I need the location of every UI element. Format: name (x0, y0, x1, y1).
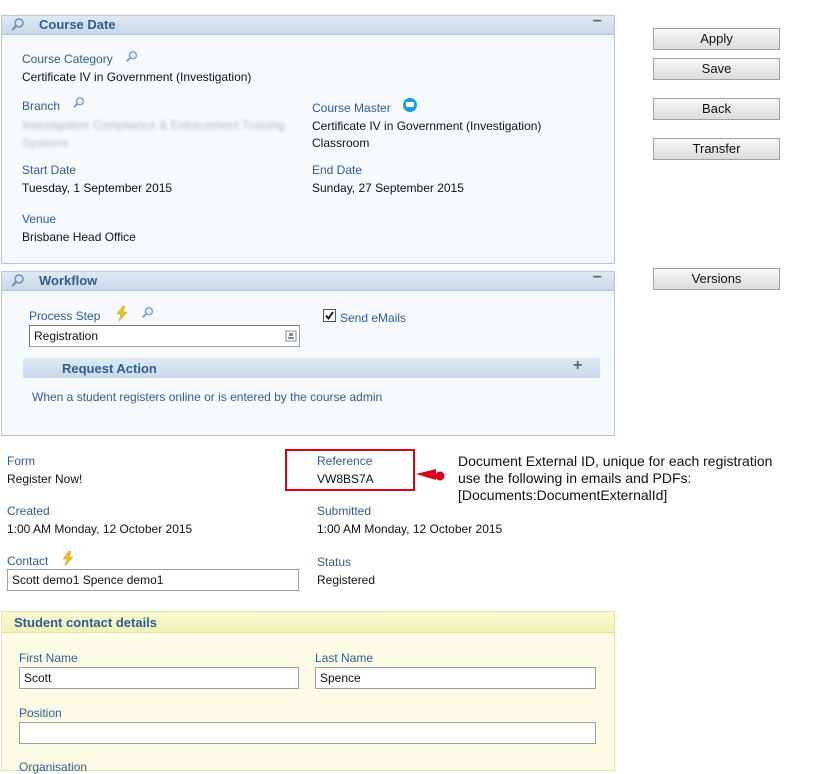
process-step-label: Process Step (29, 309, 101, 323)
collapse-icon[interactable]: − (593, 13, 602, 31)
course-master-label: Course Master (312, 101, 391, 115)
course-category-search-icon[interactable] (125, 50, 139, 67)
last-name-label: Last Name (315, 651, 374, 665)
apply-button[interactable]: Apply (653, 28, 780, 50)
student-contact-title: Student contact details (14, 615, 158, 630)
annotation-line-3: [Documents:DocumentExternalId] (458, 487, 668, 503)
student-contact-header[interactable]: Student contact details (2, 612, 614, 633)
process-step-value: Registration (34, 329, 99, 343)
course-master-value: Certificate IV in Government (Investigat… (312, 119, 542, 133)
form-value: Register Now! (7, 472, 83, 486)
end-date-label: End Date (312, 163, 363, 177)
contact-value: Scott demo1 Spence demo1 (12, 573, 164, 587)
reference-label: Reference (317, 454, 373, 468)
first-name-label: First Name (19, 651, 78, 665)
collapse-icon[interactable]: − (593, 269, 602, 287)
status-value: Registered (317, 573, 376, 587)
organisation-label: Organisation (19, 760, 88, 774)
course-date-header[interactable]: Course Date − (2, 13, 614, 36)
position-field[interactable] (19, 722, 596, 744)
created-value: 1:00 AM Monday, 12 October 2015 (7, 522, 193, 536)
save-button[interactable]: Save (653, 58, 780, 80)
versions-button[interactable]: Versions (653, 268, 780, 290)
end-date-value: Sunday, 27 September 2015 (312, 181, 464, 195)
start-date-label: Start Date (22, 163, 77, 177)
reference-value: VW8BS7A (317, 472, 374, 486)
branch-label: Branch (22, 99, 61, 113)
last-name-field[interactable]: Spence (315, 667, 596, 689)
contact-field[interactable]: Scott demo1 Spence demo1 (7, 569, 299, 591)
contact-label: Contact (7, 554, 49, 568)
first-name-field[interactable]: Scott (19, 667, 299, 689)
branch-value: Investigation Compliance & Enforcement T… (22, 118, 285, 150)
position-label: Position (19, 706, 62, 720)
student-contact-panel: Student contact details First Name Scott… (1, 611, 615, 774)
process-step-field[interactable]: Registration (29, 325, 300, 347)
venue-value: Brisbane Head Office (22, 230, 136, 244)
callout-pointer-icon (414, 464, 448, 489)
course-category-value: Certificate IV in Government (Investigat… (22, 70, 252, 84)
workflow-header[interactable]: Workflow − (2, 269, 614, 292)
annotation-line-2: use the following in emails and PDFs: (458, 470, 692, 486)
submitted-label: Submitted (317, 504, 372, 518)
created-label: Created (7, 504, 50, 518)
course-date-title: Course Date (39, 17, 116, 32)
expand-icon[interactable]: + (573, 357, 582, 375)
first-name-value: Scott (24, 671, 52, 685)
form-label: Form (7, 454, 35, 468)
lightning-icon[interactable] (61, 550, 75, 569)
status-label: Status (317, 555, 352, 569)
request-action-bar[interactable]: Request Action + (23, 357, 600, 378)
back-button[interactable]: Back (653, 98, 780, 120)
annotation-line-1: Document External ID, unique for each re… (458, 453, 773, 469)
last-name-value: Spence (320, 671, 361, 685)
annotation-text: Document External ID, unique for each re… (458, 453, 772, 504)
lookup-icon[interactable] (285, 330, 297, 345)
send-emails-label[interactable]: Send eMails (340, 311, 406, 325)
workflow-title: Workflow (39, 273, 98, 288)
submitted-value: 1:00 AM Monday, 12 October 2015 (317, 522, 503, 536)
send-emails-checkbox[interactable] (323, 309, 336, 325)
magnifier-icon (10, 273, 26, 292)
course-category-label: Course Category (22, 52, 113, 66)
process-step-search-icon[interactable] (141, 306, 155, 323)
branch-search-icon[interactable] (72, 96, 86, 113)
request-action-title: Request Action (62, 361, 157, 376)
workflow-description: When a student registers online or is en… (32, 390, 383, 404)
info-bubble-icon[interactable] (402, 97, 418, 116)
workflow-panel: Workflow − Process Step Registration Sen… (1, 269, 615, 436)
start-date-value: Tuesday, 1 September 2015 (22, 181, 173, 195)
course-date-panel: Course Date − Course Category Certificat… (1, 13, 615, 264)
magnifier-icon (10, 17, 26, 36)
venue-label: Venue (22, 212, 57, 226)
transfer-button[interactable]: Transfer (653, 138, 780, 160)
course-master-type: Classroom (312, 136, 370, 150)
lightning-icon[interactable] (115, 305, 129, 324)
